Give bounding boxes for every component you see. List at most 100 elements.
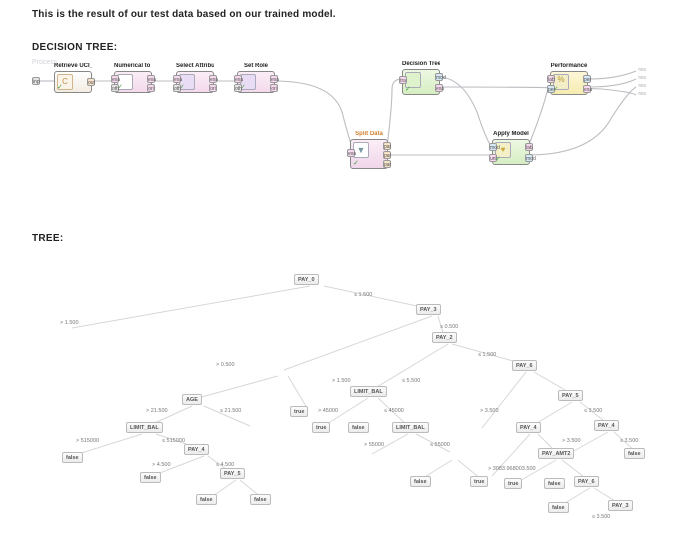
port-per-l: per xyxy=(547,85,555,93)
edge-label: > 515000 xyxy=(76,438,99,444)
op-retrieve-title: Retrieve UCI_Credi... xyxy=(54,63,92,69)
check-icon: ✓ xyxy=(405,85,411,93)
tree-leaf-false[interactable]: false xyxy=(544,478,565,489)
tree-leaf-false[interactable]: false xyxy=(624,448,645,459)
port-exa-r: exa xyxy=(209,75,217,83)
tree-node-pay5a[interactable]: PAY_5 xyxy=(220,468,245,479)
op-apply-model[interactable]: Apply Model ♥ ✓ mod unl lab mod xyxy=(492,139,530,165)
op-split-title: Split Data xyxy=(350,131,388,137)
port-exa-l: exa xyxy=(234,75,242,83)
tree-node-pay3[interactable]: PAY_3 xyxy=(416,304,441,315)
endpoint-res-1: res xyxy=(638,67,646,73)
tree-leaf-false[interactable]: false xyxy=(62,452,83,463)
tree-leaf-true[interactable]: true xyxy=(290,406,308,417)
edge-label: > 0.500 xyxy=(216,362,235,368)
edge-label: ≤ 21.500 xyxy=(220,408,241,414)
edge-label: > 1.500 xyxy=(332,378,351,384)
edge-label: ≤ 1.500 xyxy=(478,352,496,358)
port-ori-r: ori xyxy=(270,84,278,92)
tree-node-pay6[interactable]: PAY_6 xyxy=(512,360,537,371)
tree-diagram: PAY_0 > 1.500 ≤ 1.500 PAY_3 > 0.500 ≤ 0.… xyxy=(32,248,648,528)
port-exa-r: exa xyxy=(147,75,155,83)
port-par3: par xyxy=(383,160,391,168)
tree-leaf-true[interactable]: true xyxy=(504,478,522,489)
check-icon: ✓ xyxy=(353,159,359,167)
tree-node-pay4a[interactable]: PAY_4 xyxy=(184,444,209,455)
edge-label: > 3.500 xyxy=(480,408,499,414)
tree-node-limit-bal-1[interactable]: LIMIT_BAL xyxy=(126,422,163,433)
edge-label: ≤ 3.500 xyxy=(584,408,602,414)
edge-label: > 3083.968003.500 xyxy=(488,466,536,472)
port-tra: tra xyxy=(399,76,407,84)
op-decision-tree[interactable]: Decision Tree ✓ tra mod exa xyxy=(402,69,440,95)
port-exa-r: exa xyxy=(583,85,591,93)
op-apply-title: Apply Model xyxy=(492,131,530,137)
edge-label: > 3.500 xyxy=(562,438,581,444)
port-mod-r: mod xyxy=(525,154,533,162)
port-lab: lab xyxy=(547,75,555,83)
edge-label: ≤ 515000 xyxy=(162,438,185,444)
edge-label: ≤ 0.500 xyxy=(440,324,458,330)
edge-label: ≤ 1.500 xyxy=(354,292,372,298)
edge-label: > 21.500 xyxy=(146,408,168,414)
port-ori-r: ori xyxy=(147,84,155,92)
edge-label: > 45000 xyxy=(318,408,338,414)
port-out: out xyxy=(87,78,95,86)
tree-leaf-false[interactable]: false xyxy=(348,422,369,433)
op-set-role[interactable]: Set Role ✓ exa oth exa ori xyxy=(237,71,275,93)
tree-node-limit-bal-2[interactable]: LIMIT_BAL xyxy=(350,386,387,397)
op-retrieve[interactable]: Retrieve UCI_Credi... C ✓ out xyxy=(54,71,92,93)
port-per-r: per xyxy=(583,75,591,83)
endpoint-res-2: res xyxy=(638,75,646,81)
section-title-tree: TREE: xyxy=(32,233,648,244)
op-selattr-title: Select Attributes xyxy=(176,63,214,69)
tree-node-pay4b[interactable]: PAY_4 xyxy=(516,422,541,433)
port-par2: par xyxy=(383,151,391,159)
op-select-attributes[interactable]: Select Attributes ✓ exa oth exa ori xyxy=(176,71,214,93)
tree-leaf-false[interactable]: false xyxy=(548,502,569,513)
port-unl: unl xyxy=(489,154,497,162)
tree-node-pay4c[interactable]: PAY_4 xyxy=(594,420,619,431)
op-split-data[interactable]: Split Data ▼ ✓ exa par par par xyxy=(350,139,388,169)
tree-node-pay6b[interactable]: PAY_6 xyxy=(574,476,599,487)
tree-leaf-false[interactable]: false xyxy=(410,476,431,487)
port-exa-l: exa xyxy=(111,75,119,83)
op-perf-title: Performance xyxy=(550,63,588,69)
tree-node-payamt2[interactable]: PAY_AMT2 xyxy=(538,448,574,459)
tree-node-pay2[interactable]: PAY_2 xyxy=(432,332,457,343)
tree-node-pay3b[interactable]: PAY_3 xyxy=(608,500,633,511)
tree-leaf-false[interactable]: false xyxy=(250,494,271,505)
port-exa-l: exa xyxy=(173,75,181,83)
process-diagram: Process inp res res res re xyxy=(32,57,648,207)
tree-node-pay5b[interactable]: PAY_5 xyxy=(558,390,583,401)
edge-label: ≤ 55000 xyxy=(430,442,450,448)
op-numerical-to-binomial[interactable]: Numerical to Binomi... ✓ exa oth exa ori xyxy=(114,71,152,93)
port-ori-r: ori xyxy=(209,84,217,92)
tree-node-age[interactable]: AGE xyxy=(182,394,202,405)
port-oth-l: oth xyxy=(234,84,242,92)
tree-leaf-true[interactable]: true xyxy=(312,422,330,433)
op-performance[interactable]: Performance % ✓ lab per per exa xyxy=(550,71,588,95)
port-oth-l: oth xyxy=(111,84,119,92)
endpoint-res-3: res xyxy=(638,83,646,89)
edge-label: > 1.500 xyxy=(60,320,79,326)
edge-label: > 55000 xyxy=(364,442,384,448)
port-par1: par xyxy=(383,142,391,150)
tree-leaf-false[interactable]: false xyxy=(196,494,217,505)
tree-leaf-false[interactable]: false xyxy=(140,472,161,483)
check-icon: ✓ xyxy=(57,83,63,91)
edge-label: ≤ 45000 xyxy=(384,408,404,414)
edge-label: ≤ 3.500 xyxy=(592,514,610,520)
port-oth-l: oth xyxy=(173,84,181,92)
op-n2b-title: Numerical to Binomi... xyxy=(114,63,152,69)
section-title-process: DECISION TREE: xyxy=(32,42,648,53)
tree-node-limit-bal-3[interactable]: LIMIT_BAL xyxy=(392,422,429,433)
port-lab: lab xyxy=(525,143,533,151)
edge-label: ≤ 3.500 xyxy=(620,438,638,444)
tree-leaf-true[interactable]: true xyxy=(470,476,488,487)
tree-node-pay0[interactable]: PAY_0 xyxy=(294,274,319,285)
op-setrole-title: Set Role xyxy=(237,63,275,69)
port-exa: exa xyxy=(347,149,355,157)
edge-label: ≤ 5.500 xyxy=(402,378,420,384)
endpoint-res-4: res xyxy=(638,91,646,97)
